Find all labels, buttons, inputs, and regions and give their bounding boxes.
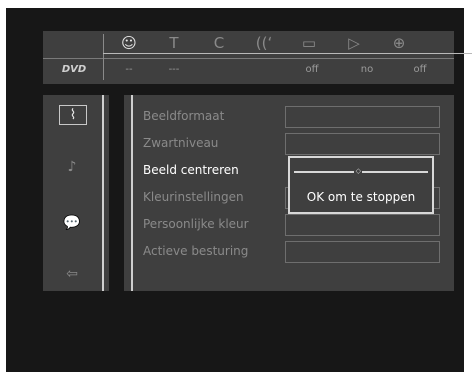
angle-icon[interactable]: ▷ (341, 33, 367, 53)
toolbar-arrow-line (103, 53, 472, 54)
value-box-zwartniveau (285, 133, 440, 155)
menu-item-beeldformaat[interactable]: Beeldformaat (143, 104, 293, 128)
menu-item-persoonlijke-kleur[interactable]: Persoonlijke kleur (143, 212, 293, 236)
picture-icon[interactable]: ⌇ (59, 105, 87, 125)
title-icon[interactable]: T (161, 33, 187, 53)
tv-screen: DVD ☺ T C ((ʻ ▭ ▷ ⊕ -- --- off no off ⌇ … (6, 8, 472, 372)
popup-message: OK om te stoppen (306, 190, 416, 204)
value-box-persoonlijke-kleur (285, 214, 440, 236)
category-sidebar: ⌇ ♪ 💬 ⇦ (43, 95, 109, 291)
panel-divider (131, 95, 133, 291)
centering-popup: ◇ OK om te stoppen (288, 156, 434, 214)
zoom-value: off (413, 64, 427, 75)
subtitle-icon[interactable]: ▭ (296, 33, 322, 53)
dvd-logo: DVD (61, 64, 87, 75)
toolbar-divider (43, 58, 454, 59)
audio-icon[interactable]: ☺ (116, 33, 142, 53)
title-value: --- (168, 64, 180, 75)
audio-note-icon[interactable]: ♪ (52, 156, 92, 178)
menu-item-kleurinstellingen[interactable]: Kleurinstellingen (143, 185, 293, 209)
menu-item-actieve-besturing[interactable]: Actieve besturing (143, 239, 293, 263)
value-box-actieve-besturing (285, 241, 440, 263)
value-box-beeldformaat (285, 106, 440, 128)
sound-icon[interactable]: ((ʻ (251, 33, 277, 53)
chapter-icon[interactable]: C (206, 33, 232, 53)
subtitle-value: off (305, 64, 319, 75)
toolbar-vertical-divider (103, 34, 104, 80)
zoom-icon[interactable]: ⊕ (386, 33, 412, 53)
menu-item-beeld-centreren[interactable]: Beeld centreren (143, 158, 293, 182)
audio-value: -- (125, 64, 133, 75)
menu-item-zwartniveau[interactable]: Zwartniveau (143, 131, 293, 155)
features-icon[interactable]: ⇦ (52, 263, 92, 285)
top-toolbar: DVD ☺ T C ((ʻ ▭ ▷ ⊕ -- --- off no off (43, 31, 472, 84)
sidebar-divider (102, 95, 104, 291)
language-icon[interactable]: 💬 (52, 212, 92, 234)
slider-knob-icon[interactable]: ◇ (354, 168, 363, 175)
angle-value: no (360, 64, 374, 75)
